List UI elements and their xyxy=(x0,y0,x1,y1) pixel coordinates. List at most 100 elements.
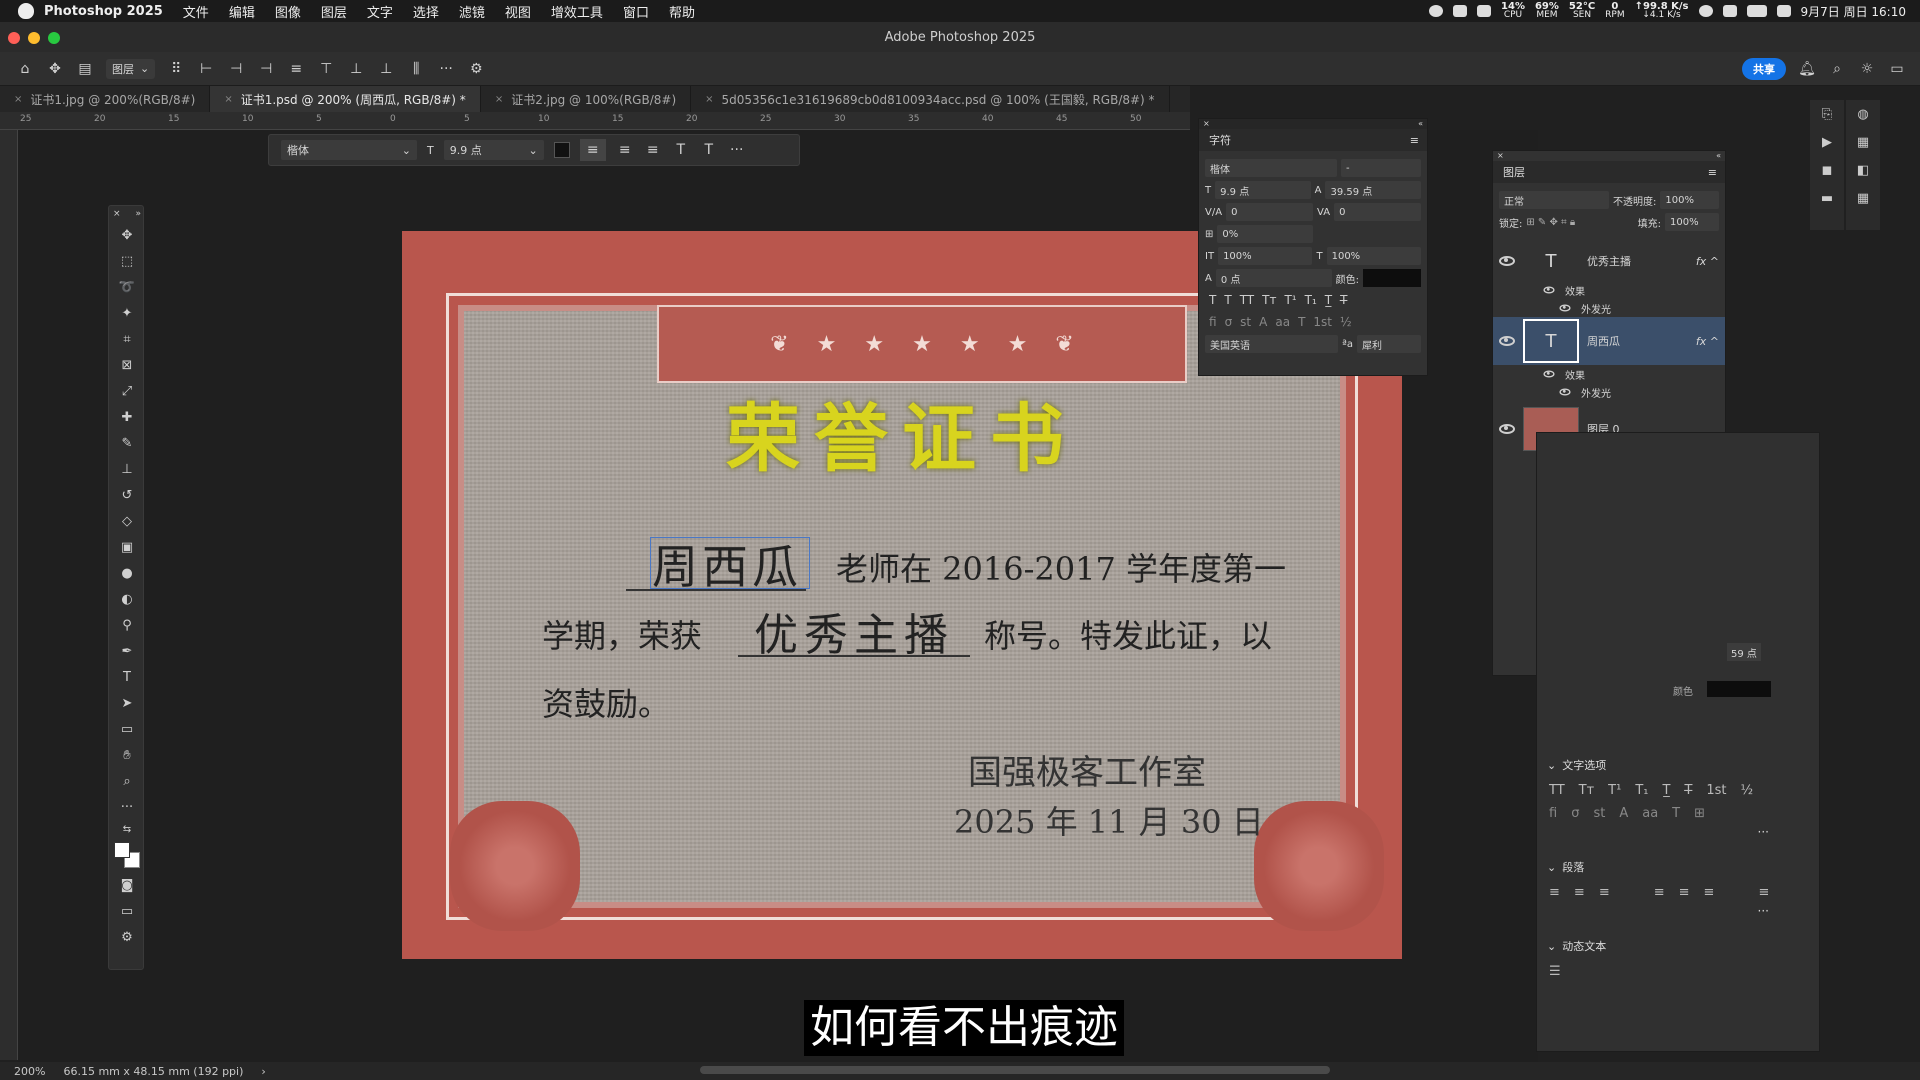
collapse-icon[interactable]: » xyxy=(135,209,141,219)
auto-select-dropdown[interactable]: 图层 ⌄ xyxy=(106,58,156,79)
align-bottom-icon[interactable]: ⊥ xyxy=(377,60,395,78)
text-color-swatch[interactable] xyxy=(553,142,570,158)
gradient-tool-icon[interactable]: ▣ xyxy=(109,534,145,560)
vertical-ruler[interactable] xyxy=(0,130,18,1060)
app-menu[interactable]: Photoshop 2025 xyxy=(44,4,163,19)
bell-icon[interactable]: 🔔︎ xyxy=(1798,60,1816,78)
libraries-icon[interactable]: ◼ xyxy=(1810,156,1844,184)
text-options-section[interactable]: ⌄ 文字选项 xyxy=(1537,751,1819,779)
layer-stack-icon[interactable]: ▤ xyxy=(76,60,94,78)
fx-icon[interactable]: fx ^ xyxy=(1696,255,1719,268)
align-left-icon[interactable]: ≡ xyxy=(1549,885,1560,900)
align-middle-icon[interactable]: ⊥ xyxy=(347,60,365,78)
transform-controls-icon[interactable]: ⠿ xyxy=(167,60,185,78)
lock-icons[interactable]: ⊞ ✎ ✥ ⌗ 🔒︎ xyxy=(1526,217,1633,228)
type-tool-icon[interactable]: T xyxy=(109,664,145,690)
underline-icon[interactable]: T̲ xyxy=(1325,293,1332,307)
ligature-icon[interactable]: ﬁ xyxy=(1209,315,1217,329)
align-top-icon[interactable]: ⊤ xyxy=(317,60,335,78)
old-style-icon[interactable]: σ xyxy=(1571,806,1579,821)
layer-row[interactable]: T 优秀主播 fx ^ xyxy=(1493,241,1725,281)
menu-layer[interactable]: 图层 xyxy=(321,2,347,21)
paragraph-section[interactable]: ⌄ 段落 xyxy=(1537,853,1819,881)
zoom-level[interactable]: 200% xyxy=(14,1065,45,1078)
wechat-icon[interactable] xyxy=(1698,5,1713,17)
color-icon[interactable]: ◍ xyxy=(1846,100,1880,128)
stylistic-icon[interactable]: A xyxy=(1619,806,1628,821)
control-center-icon[interactable] xyxy=(1776,5,1791,17)
subscript-icon[interactable]: T₁ xyxy=(1635,783,1648,798)
panel-menu-icon[interactable]: ≡ xyxy=(1708,166,1717,179)
faux-bold-icon[interactable]: T xyxy=(1209,293,1216,307)
ligature-icon[interactable]: ﬁ xyxy=(1549,806,1557,821)
ordinals-icon[interactable]: T xyxy=(1672,806,1680,821)
fraction-icon[interactable]: ½ xyxy=(1340,315,1352,329)
justify-all-icon[interactable]: ≡ xyxy=(1758,885,1769,900)
close-tab-icon[interactable]: × xyxy=(14,94,22,105)
close-window-icon[interactable] xyxy=(8,32,20,44)
tab-doc-4[interactable]: × 5d05356c1e31619689cb0d8100934acc.psd @ … xyxy=(691,86,1170,112)
close-icon[interactable]: × xyxy=(113,209,121,219)
warp-text-icon[interactable]: T xyxy=(672,141,690,159)
text-color-swatch[interactable] xyxy=(1707,681,1771,697)
more-icon[interactable]: ··· xyxy=(437,60,455,78)
close-icon[interactable]: × xyxy=(1203,119,1210,129)
tab-doc-3[interactable]: × 证书2.jpg @ 100%(RGB/8#) xyxy=(481,86,692,112)
blend-mode-select[interactable]: 正常 xyxy=(1499,191,1609,209)
strikethrough-icon[interactable]: T̶ xyxy=(1684,783,1692,798)
eraser-icon[interactable]: ◇ xyxy=(109,508,145,534)
quick-mask-icon[interactable]: ◙ xyxy=(109,872,145,898)
actions-play-icon[interactable]: ▶ xyxy=(1810,128,1844,156)
dynamic-text-icon[interactable]: ☰ xyxy=(1549,964,1561,979)
lasso-tool-icon[interactable]: ➰ xyxy=(109,274,145,300)
vertical-scale-field[interactable]: 100% xyxy=(1218,247,1313,265)
underline-icon[interactable]: T̲ xyxy=(1662,783,1670,798)
small-caps-icon[interactable]: Tт xyxy=(1262,293,1276,307)
sponge-tool-icon[interactable]: ⚲ xyxy=(109,612,145,638)
panel-menu-icon[interactable]: ≡ xyxy=(1410,134,1419,147)
swash-icon[interactable]: st xyxy=(1240,315,1251,329)
display-icon[interactable] xyxy=(1453,5,1468,17)
layer-row-selected[interactable]: T 周西瓜 fx ^ xyxy=(1493,317,1725,365)
battery-icon[interactable] xyxy=(1746,5,1767,17)
swap-colors-icon[interactable]: ⇆ xyxy=(109,820,145,838)
fx-icon[interactable]: fx ^ xyxy=(1696,335,1719,348)
layer-effects-row[interactable]: 效果 xyxy=(1493,281,1725,299)
eyedropper-icon[interactable]: ⤢ xyxy=(109,378,145,404)
apple-icon[interactable] xyxy=(18,3,34,19)
fraction-icon[interactable]: ½ xyxy=(1741,783,1754,798)
layer-name[interactable]: 优秀主播 xyxy=(1587,253,1688,269)
distribute-icon[interactable]: ≡ xyxy=(287,60,305,78)
healing-brush-icon[interactable]: ✚ xyxy=(109,404,145,430)
gradients-icon[interactable]: ◧ xyxy=(1846,156,1880,184)
faux-italic-icon[interactable]: T xyxy=(1224,293,1231,307)
magic-wand-icon[interactable]: ✦ xyxy=(109,300,145,326)
foreground-color-swatch[interactable] xyxy=(114,842,130,858)
justify-left-icon[interactable]: ≡ xyxy=(1654,885,1665,900)
collapse-icon[interactable]: « xyxy=(1418,119,1423,129)
more-icon[interactable]: ··· xyxy=(1537,904,1819,918)
zoom-window-icon[interactable] xyxy=(48,32,60,44)
stylistic-icon[interactable]: A xyxy=(1259,315,1267,329)
clock[interactable]: 9月7日 周日 16:10 xyxy=(1801,3,1906,20)
subscript-icon[interactable]: T₁ xyxy=(1305,293,1317,307)
dynamic-text-section[interactable]: ⌄ 动态文本 xyxy=(1537,932,1819,960)
ordinal-icon[interactable]: 1st xyxy=(1313,315,1332,329)
text-color-swatch[interactable] xyxy=(1363,269,1421,287)
visibility-eye-icon[interactable] xyxy=(1543,286,1555,294)
marquee-tool-icon[interactable]: ⬚ xyxy=(109,248,145,274)
gear-icon[interactable]: ⚙ xyxy=(467,60,485,78)
horizontal-scale-field[interactable]: 100% xyxy=(1326,247,1422,265)
font-family-select[interactable]: 楷体 ⌄ xyxy=(281,140,417,160)
tracking-field[interactable]: 0 xyxy=(1334,203,1422,221)
opacity-field[interactable]: 100% xyxy=(1660,191,1719,209)
dodge-tool-icon[interactable]: ◐ xyxy=(109,586,145,612)
outer-glow-row[interactable]: 外发光 xyxy=(1493,383,1725,401)
align-right-icon[interactable]: ≡ xyxy=(1599,885,1610,900)
ordinal-icon[interactable]: 1st xyxy=(1706,783,1726,798)
path-selection-icon[interactable]: ➤ xyxy=(109,690,145,716)
kerning-field[interactable]: 0 xyxy=(1226,203,1314,221)
antialias-select[interactable]: 犀利 xyxy=(1357,335,1421,353)
wifi-icon[interactable] xyxy=(1722,5,1737,17)
leading-field[interactable]: 39.59 点 xyxy=(1325,181,1422,199)
